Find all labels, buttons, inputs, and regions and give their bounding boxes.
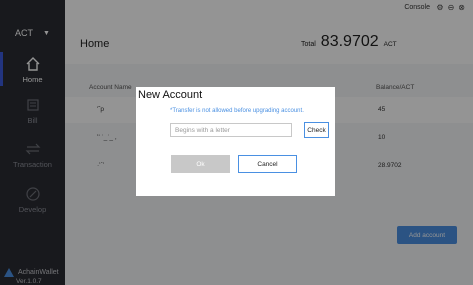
new-account-dialog: New Account *Transfer is not allowed bef…	[136, 87, 335, 196]
dialog-title: New Account	[138, 89, 203, 101]
check-button[interactable]: Check	[304, 122, 329, 138]
upgrade-notice: *Transfer is not allowed before upgradin…	[170, 108, 304, 114]
account-name-input[interactable]	[170, 123, 292, 137]
cancel-button[interactable]: Cancel	[238, 155, 297, 173]
ok-button[interactable]: Ok	[171, 155, 230, 173]
